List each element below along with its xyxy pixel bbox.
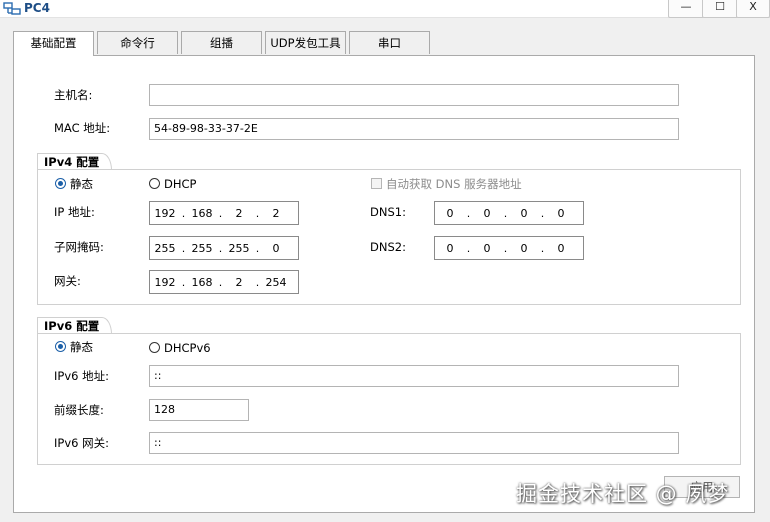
dns2-input[interactable]: 0. 0. 0. 0 [434, 236, 584, 260]
ip-address-input[interactable]: 192. 168. 2. 2 [149, 201, 299, 225]
gateway-input[interactable]: 192. 168. 2. 254 [149, 270, 299, 294]
auto-dns-label: 自动获取 DNS 服务器地址 [386, 177, 522, 191]
subnet-mask-label: 子网掩码: [54, 240, 104, 254]
ipv6-group-title: IPv6 配置 [37, 317, 112, 334]
watermark-text: 掘金技术社区 @ 夙梦 [516, 482, 730, 506]
ipv6-dhcp-label: DHCPv6 [164, 341, 211, 355]
minimize-icon: — [680, 0, 692, 13]
tab-multicast[interactable]: 组播 [181, 31, 262, 54]
title-bar: PC4 — ☐ X [0, 0, 770, 18]
ipv6-address-input[interactable]: :: [149, 365, 679, 387]
ipv4-static-label: 静态 [70, 177, 93, 191]
tab-udp-tool[interactable]: UDP发包工具 [265, 31, 346, 54]
hostname-label: 主机名: [54, 88, 93, 102]
ipv6-static-label: 静态 [70, 340, 93, 354]
dns1-input[interactable]: 0. 0. 0. 0 [434, 201, 584, 225]
tab-serial-port[interactable]: 串口 [349, 31, 430, 54]
ipv4-dhcp-radio[interactable] [149, 178, 160, 189]
ipv4-group-title: IPv4 配置 [37, 153, 112, 170]
dns2-label: DNS2: [370, 240, 406, 254]
tab-basic-config[interactable]: 基础配置 [13, 31, 94, 56]
ip-address-label: IP 地址: [54, 205, 95, 219]
prefix-length-label: 前缀长度: [54, 403, 104, 417]
minimize-button[interactable]: — [668, 0, 704, 18]
hostname-input[interactable] [149, 84, 679, 106]
ipv4-static-radio[interactable] [55, 178, 66, 189]
maximize-icon: ☐ [715, 0, 725, 13]
subnet-mask-input[interactable]: 255. 255. 255. 0 [149, 236, 299, 260]
gateway-label: 网关: [54, 274, 81, 288]
dns1-label: DNS1: [370, 205, 406, 219]
ipv6-gateway-label: IPv6 网关: [54, 436, 109, 450]
maximize-button[interactable]: ☐ [702, 0, 738, 18]
ipv6-static-radio[interactable] [55, 341, 66, 352]
ipv6-dhcp-radio[interactable] [149, 342, 160, 353]
ipv6-address-label: IPv6 地址: [54, 369, 109, 383]
close-icon: X [749, 0, 757, 13]
close-button[interactable]: X [736, 0, 770, 18]
window-title: PC4 [24, 1, 50, 15]
tab-command-line[interactable]: 命令行 [97, 31, 178, 54]
auto-dns-checkbox[interactable] [371, 178, 382, 189]
mac-address-field[interactable]: 54-89-98-33-37-2E [149, 118, 679, 140]
prefix-length-input[interactable]: 128 [149, 399, 249, 421]
ipv6-gateway-input[interactable]: :: [149, 432, 679, 454]
ipv4-dhcp-label: DHCP [164, 177, 197, 191]
pc-app-icon [3, 2, 21, 15]
mac-label: MAC 地址: [54, 121, 111, 135]
